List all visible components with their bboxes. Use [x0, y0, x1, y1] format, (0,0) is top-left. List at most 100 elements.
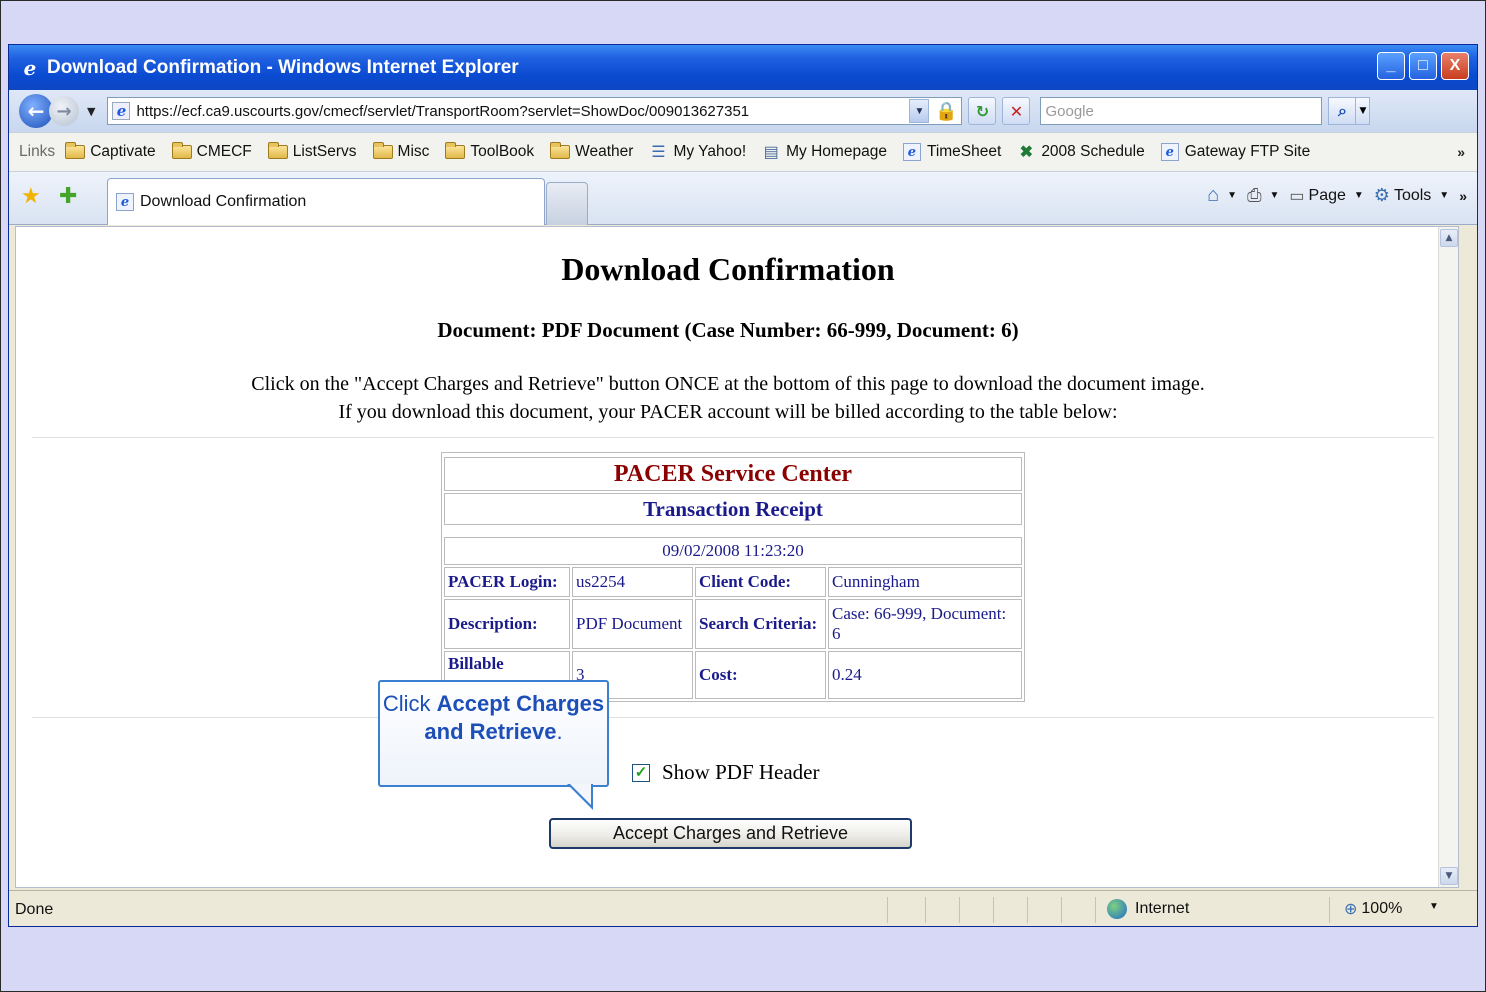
- window-controls: _ □ X: [1377, 52, 1469, 80]
- print-icon: ⎙: [1247, 185, 1262, 205]
- print-button[interactable]: ⎙ ▼: [1247, 185, 1279, 206]
- yahoo-icon: ☰: [651, 144, 666, 161]
- window-title: Download Confirmation - Windows Internet…: [47, 56, 519, 78]
- link-label: TimeSheet: [926, 143, 1002, 160]
- address-bar[interactable]: e https://ecf.ca9.uscourts.gov/cmecf/ser…: [107, 97, 963, 125]
- page-icon: ▤: [763, 144, 779, 161]
- receipt-heading: Transaction Receipt: [444, 493, 1022, 525]
- link-my-yahoo[interactable]: ☰ My Yahoo!: [649, 143, 746, 161]
- link-misc[interactable]: Misc: [372, 142, 430, 161]
- link-listservs[interactable]: ListServs: [267, 142, 357, 161]
- minimize-button[interactable]: _: [1377, 52, 1405, 80]
- links-label: Links: [19, 143, 56, 160]
- search-input[interactable]: Google: [1040, 97, 1323, 125]
- show-pdf-header-option[interactable]: ✓ Show PDF Header: [632, 760, 820, 785]
- billing-notice: If you download this document, your PACE…: [338, 401, 1118, 423]
- link-cmecf[interactable]: CMECF: [171, 142, 252, 161]
- chevron-down-icon: ▼: [1269, 190, 1280, 201]
- link-label: My Yahoo!: [673, 143, 747, 160]
- address-dropdown-icon[interactable]: ▼: [909, 99, 930, 123]
- show-pdf-header-checkbox[interactable]: ✓: [632, 763, 650, 782]
- refresh-button[interactable]: ↻: [968, 97, 997, 125]
- tab-download-confirmation[interactable]: e Download Confirmation: [107, 178, 545, 225]
- status-divider: [1027, 897, 1028, 923]
- zoom-control[interactable]: ⊕ 100%: [1344, 899, 1402, 919]
- link-captivate[interactable]: Captivate: [65, 142, 156, 161]
- login-value: us2254: [572, 567, 693, 597]
- service-center-heading: PACER Service Center: [444, 457, 1022, 491]
- link-label: ToolBook: [470, 143, 535, 160]
- scroll-down-icon[interactable]: ▼: [1440, 867, 1458, 885]
- home-button[interactable]: ⌂ ▼: [1207, 184, 1237, 207]
- page-menu[interactable]: ▭ Page ▼: [1289, 186, 1363, 206]
- home-icon: ⌂: [1207, 184, 1220, 206]
- new-tab-button[interactable]: [546, 182, 588, 225]
- link-timesheet[interactable]: e TimeSheet: [902, 143, 1002, 161]
- title-bar: e Download Confirmation - Windows Intern…: [9, 45, 1477, 90]
- chevron-right-icon[interactable]: »: [1457, 144, 1465, 160]
- address-toolbar: ← → ▼ e https://ecf.ca9.uscourts.gov/cme…: [9, 90, 1477, 132]
- scroll-up-icon[interactable]: ▲: [1440, 229, 1458, 247]
- tools-menu[interactable]: ⚙ Tools ▼: [1374, 185, 1449, 206]
- forward-button[interactable]: →: [49, 96, 79, 126]
- link-my-homepage[interactable]: ▤ My Homepage: [762, 143, 887, 161]
- vertical-scrollbar[interactable]: ▲ ▼: [1438, 227, 1458, 887]
- status-divider: [925, 897, 926, 923]
- favorites-star-icon[interactable]: ★: [21, 184, 41, 209]
- command-bar: ⌂ ▼ ⎙ ▼ ▭ Page ▼ ⚙ Tools ▼ »: [1207, 184, 1467, 207]
- status-divider: [1329, 897, 1330, 923]
- link-gateway-ftp-site[interactable]: e Gateway FTP Site: [1160, 143, 1310, 161]
- search-options-dropdown-icon[interactable]: ▼: [1356, 97, 1371, 125]
- receipt-datetime: 09/02/2008 11:23:20: [444, 537, 1022, 565]
- client-code-label: Client Code:: [695, 567, 826, 597]
- url-text[interactable]: https://ecf.ca9.uscourts.gov/cmecf/servl…: [136, 103, 909, 120]
- chevron-down-icon: ▼: [1353, 190, 1364, 201]
- instruction-text: Click on the "Accept Charges and Retriev…: [251, 373, 1205, 395]
- lock-icon[interactable]: 🔒: [935, 98, 957, 124]
- links-bar: Links Captivate CMECF ListServs Misc Too…: [9, 132, 1477, 172]
- maximize-button[interactable]: □: [1409, 52, 1437, 80]
- cost-label: Cost:: [695, 651, 826, 699]
- tab-bar: ★ ✚ e Download Confirmation ⌂ ▼ ⎙ ▼ ▭ Page…: [9, 172, 1477, 225]
- callout-prefix: Click: [382, 691, 437, 716]
- link-label: Weather: [575, 143, 634, 160]
- status-divider: [1095, 897, 1096, 923]
- back-button[interactable]: ←: [19, 94, 53, 128]
- add-favorite-icon[interactable]: ✚: [59, 184, 77, 209]
- folder-icon: [445, 142, 466, 159]
- link-2008-schedule[interactable]: ✖ 2008 Schedule: [1017, 143, 1145, 161]
- page-icon: e: [112, 102, 131, 120]
- link-label: CMECF: [196, 143, 252, 160]
- ie-icon: e: [902, 143, 921, 161]
- callout-bold-text: Accept Charges and Retrieve: [424, 691, 605, 744]
- link-toolbook[interactable]: ToolBook: [445, 142, 535, 161]
- history-dropdown-icon[interactable]: ▼: [87, 105, 95, 118]
- security-zone[interactable]: Internet: [1107, 899, 1189, 919]
- close-button[interactable]: X: [1441, 52, 1469, 80]
- chevron-down-icon[interactable]: ▼: [1429, 901, 1439, 912]
- folder-icon: [267, 142, 288, 159]
- search-criteria-label: Search Criteria:: [695, 599, 826, 649]
- search-criteria-value: Case: 66-999, Document: 6: [828, 599, 1022, 649]
- status-divider: [887, 897, 888, 923]
- callout-pointer-fill: [570, 784, 591, 805]
- client-code-value: Cunningham: [828, 567, 1022, 597]
- chevron-right-icon[interactable]: »: [1459, 188, 1467, 204]
- status-divider: [1061, 897, 1062, 923]
- zone-label: Internet: [1135, 900, 1190, 917]
- accept-charges-button[interactable]: Accept Charges and Retrieve: [549, 818, 912, 849]
- folder-icon: [550, 142, 571, 159]
- ie-logo-icon: e: [23, 55, 37, 80]
- folder-icon: [171, 142, 192, 159]
- show-pdf-header-label: Show PDF Header: [662, 760, 820, 784]
- description-value: PDF Document: [572, 599, 693, 649]
- divider: [32, 437, 1434, 438]
- link-label: Misc: [397, 143, 430, 160]
- page-menu-label: Page: [1308, 186, 1346, 204]
- gear-icon: ⚙: [1373, 185, 1390, 205]
- link-weather[interactable]: Weather: [550, 142, 634, 161]
- folder-icon: [372, 142, 393, 159]
- search-icon[interactable]: ⌕: [1328, 97, 1357, 125]
- stop-button[interactable]: ✕: [1002, 97, 1031, 125]
